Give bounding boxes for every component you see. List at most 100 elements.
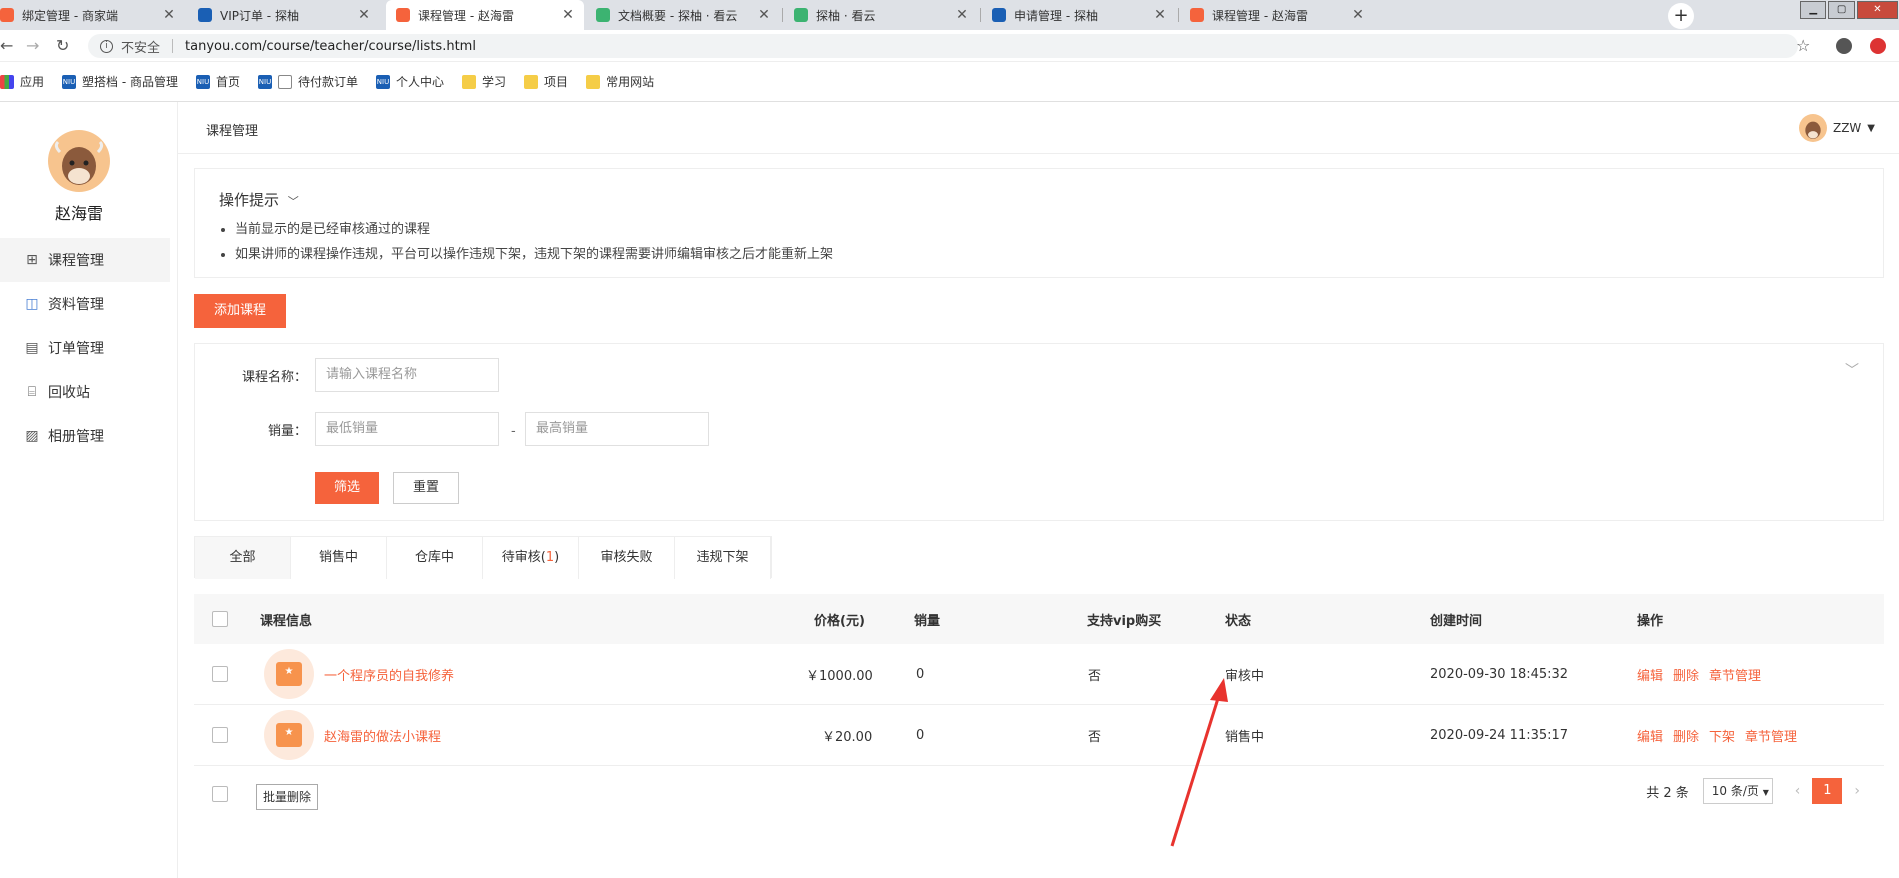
site-favicon-icon [0,8,14,22]
browser-tab[interactable]: 探柚 · 看云 ✕ [786,0,978,30]
row-checkbox[interactable] [212,727,228,743]
browser-tab[interactable]: 文档概要 - 探柚 · 看云 ✕ [588,0,780,30]
sidebar-item-course[interactable]: ⊞ 课程管理 [0,238,170,282]
forward-icon[interactable]: → [26,36,39,55]
bookmark-apps[interactable]: 应用 [0,73,44,90]
course-price: ￥20.00 [822,729,873,745]
course-name-label: 课程名称： [241,370,307,385]
bookmark-item[interactable]: NIU 待付款订单 [258,73,358,90]
browser-tab[interactable]: VIP订单 - 探柚 ✕ [190,0,380,30]
prev-page-icon[interactable]: ‹ [1795,783,1801,799]
sidebar-item-album[interactable]: ▨ 相册管理 [0,414,170,458]
max-sales-input[interactable]: 最高销量 [525,412,709,446]
min-sales-input[interactable]: 最低销量 [315,412,499,446]
tips-toggle[interactable]: 操作提示 ﹀ [219,189,299,210]
select-all-checkbox[interactable] [212,611,228,627]
tab-all[interactable]: 全部 [195,537,291,579]
new-tab-button[interactable]: + [1668,3,1694,29]
browser-tab-active[interactable]: 课程管理 - 赵海雷 ✕ [386,0,584,30]
col-course-info: 课程信息 [260,613,313,629]
course-vip: 否 [1088,668,1102,684]
close-icon[interactable]: ✕ [954,7,970,23]
maximize-icon[interactable]: ▢ [1828,1,1855,19]
bookmark-folder[interactable]: 学习 [462,73,506,90]
sidebar-item-materials[interactable]: ◫ 资料管理 [0,282,170,326]
extension-icon[interactable] [1870,38,1886,54]
course-thumbnail[interactable] [264,710,314,760]
profile-icon[interactable] [1836,38,1852,54]
course-created: 2020-09-30 18:45:32 [1430,666,1569,682]
tab-pending[interactable]: 待审核(1) [483,537,579,579]
next-page-icon[interactable]: › [1854,783,1860,799]
close-icon[interactable]: ✕ [161,7,177,23]
bookmark-folder[interactable]: 项目 [524,73,568,90]
browser-tab[interactable]: 绑定管理 - 商家端 ✕ [0,0,185,30]
close-window-icon[interactable]: ✕ [1856,1,1898,19]
gift-icon: ⊞ [26,252,38,268]
back-icon[interactable]: ← [0,36,13,55]
pending-count: 1 [545,550,555,565]
bookmark-item[interactable]: NIU 首页 [195,73,240,90]
delete-link[interactable]: 删除 [1673,665,1699,684]
chevron-down-icon[interactable]: ﹀ [1845,360,1859,380]
user-menu[interactable]: ZZW ▼ [1798,114,1875,142]
tab-failed[interactable]: 审核失败 [579,537,675,579]
document-icon: ▤ [25,340,39,356]
info-icon[interactable]: i [100,39,113,53]
col-price: 价格(元) [814,613,865,629]
sidebar-item-recycle[interactable]: ⌸ 回收站 [0,370,170,414]
course-created: 2020-09-24 11:35:17 [1430,727,1569,743]
tips-list: 当前显示的是已经审核通过的课程 如果讲师的课程操作违规，平台可以操作违规下架，违… [235,217,833,267]
bookmark-folder[interactable]: 常用网站 [586,73,654,90]
apps-icon [0,74,14,89]
close-icon[interactable]: ✕ [356,7,372,23]
row-checkbox[interactable] [212,666,228,682]
course-title-link[interactable]: 一个程序员的自我修养 [324,665,454,684]
tab-selling[interactable]: 销售中 [291,537,387,579]
filter-button[interactable]: 筛选 [315,472,379,504]
bookmark-item[interactable]: NIU 塑搭档 - 商品管理 [62,73,178,90]
footer-checkbox[interactable] [212,786,228,802]
url-field[interactable]: i 不安全 tanyou.com/course/teacher/course/l… [88,34,1798,58]
avatar [1798,114,1827,142]
chapter-manage-link[interactable]: 章节管理 [1709,665,1761,684]
page-number-current[interactable]: 1 [1812,778,1843,804]
course-name-input[interactable]: 请输入课程名称 [315,358,499,392]
tab-warehouse[interactable]: 仓库中 [387,537,483,579]
batch-delete-button[interactable]: 批量删除 [256,784,318,810]
close-icon[interactable]: ✕ [756,7,772,23]
site-favicon-icon: NIU [195,74,210,89]
folder-icon [524,74,539,89]
top-bar: 课程管理 ZZW ▼ [178,102,1899,154]
minimize-icon[interactable]: ▁ [1800,1,1827,19]
course-table: 课程信息 价格(元) 销量 支持vip购买 状态 创建时间 操作 一个程序员的自… [194,594,1884,822]
unlist-link[interactable]: 下架 [1709,726,1735,745]
add-course-button[interactable]: 添加课程 [194,294,286,328]
close-icon[interactable]: ✕ [1152,7,1168,23]
operation-tips: 操作提示 ﹀ 当前显示的是已经审核通过的课程 如果讲师的课程操作违规，平台可以操… [194,168,1884,278]
bookmark-item[interactable]: NIU 个人中心 [376,73,444,90]
edit-link[interactable]: 编辑 [1637,726,1663,745]
edit-link[interactable]: 编辑 [1637,665,1663,684]
course-thumbnail[interactable] [264,649,314,699]
browser-tab[interactable]: 申请管理 - 探柚 ✕ [984,0,1176,30]
close-icon[interactable]: ✕ [1350,7,1366,23]
course-title-link[interactable]: 赵海雷的做法小课程 [324,726,441,745]
page-title: 课程管理 [206,124,259,139]
site-favicon-icon [992,8,1006,22]
sidebar-item-orders[interactable]: ▤ 订单管理 [0,326,170,370]
page-size-select[interactable]: 10 条/页 ▼ [1702,778,1773,804]
reset-button[interactable]: 重置 [393,472,459,504]
tip-item: 当前显示的是已经审核通过的课程 [235,217,833,242]
chapter-manage-link[interactable]: 章节管理 [1745,726,1797,745]
reload-icon[interactable]: ↻ [56,36,69,55]
delete-link[interactable]: 删除 [1673,726,1699,745]
table-row: 一个程序员的自我修养 ￥1000.00 0 否 审核中 2020-09-30 1… [194,644,1884,705]
bookmark-star-icon[interactable]: ☆ [1796,36,1810,55]
tab-removed[interactable]: 违规下架 [675,537,771,579]
annotation-arrow-icon [1170,678,1228,847]
avatar[interactable] [48,130,110,192]
browser-tab[interactable]: 课程管理 - 赵海雷 ✕ [1182,0,1374,30]
close-icon[interactable]: ✕ [560,7,576,23]
site-favicon-icon [396,8,410,22]
